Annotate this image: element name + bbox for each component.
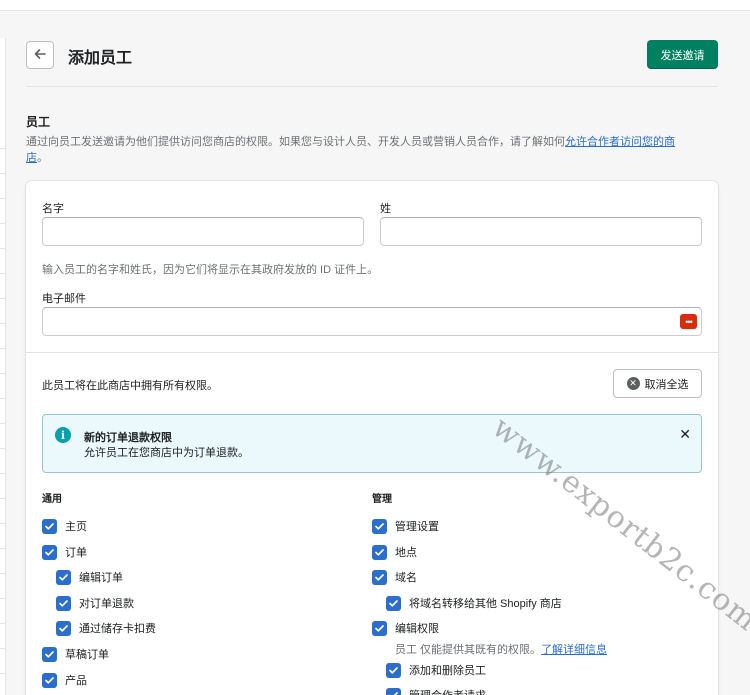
- cancel-circle-icon: ✕: [626, 377, 640, 390]
- checkbox-checked-icon[interactable]: [386, 595, 401, 611]
- checkbox-checked-icon[interactable]: [56, 620, 71, 636]
- checkbox-checked-icon[interactable]: [372, 518, 387, 534]
- section-title: 员工: [26, 115, 51, 129]
- checkbox-checked-icon[interactable]: [372, 620, 387, 636]
- last-name-label: 姓: [380, 203, 391, 215]
- checkbox-checked-icon[interactable]: [42, 672, 57, 688]
- permission-collaborator-requests[interactable]: 管理合作者请求: [386, 687, 486, 695]
- permission-label: 编辑权限: [395, 623, 439, 635]
- checkbox-checked-icon[interactable]: [372, 544, 387, 560]
- permission-add-remove-staff[interactable]: 添加和删除员工: [386, 662, 486, 678]
- deselect-all-button[interactable]: ✕ 取消全选: [613, 369, 702, 398]
- checkbox-checked-icon[interactable]: [42, 544, 57, 560]
- permission-draft-orders[interactable]: 草稿订单: [42, 646, 109, 662]
- permission-label: 地点: [395, 547, 417, 559]
- permission-label: 草稿订单: [65, 649, 109, 661]
- permission-home[interactable]: 主页: [42, 518, 87, 534]
- deselect-all-label: 取消全选: [644, 378, 689, 391]
- info-icon: i: [55, 427, 71, 443]
- email-field[interactable]: •••: [42, 307, 702, 336]
- checkbox-checked-icon[interactable]: [56, 595, 71, 611]
- permission-label: 主页: [65, 521, 87, 533]
- password-manager-icon[interactable]: •••: [680, 314, 697, 329]
- section-description-text: 通过向员工发送邀请为他们提供访问您商店的权限。如果您与设计人员、开发人员或营销人…: [26, 136, 565, 148]
- section-description-end: 。: [37, 152, 48, 164]
- permission-label: 管理合作者请求: [409, 687, 486, 695]
- permission-edit-permissions[interactable]: 编辑权限: [372, 620, 439, 636]
- permission-label: 编辑订单: [79, 572, 123, 584]
- staff-form-card: 名字 姓 输入员工的名字和姓氏，因为它们将显示在其政府发放的 ID 证件上。 电…: [26, 181, 718, 695]
- back-button[interactable]: [26, 41, 54, 69]
- permission-charge-stored-card[interactable]: 通过储存卡扣费: [56, 620, 156, 636]
- admin-heading: 管理: [372, 494, 392, 505]
- first-name-input[interactable]: [42, 217, 364, 246]
- permission-label: 通过储存卡扣费: [79, 623, 156, 635]
- top-bar: [0, 0, 750, 11]
- arrow-left-icon: [33, 47, 47, 64]
- permission-edit-orders[interactable]: 编辑订单: [56, 569, 123, 585]
- permission-orders[interactable]: 订单: [42, 544, 87, 560]
- learn-more-link[interactable]: 了解详细信息: [541, 644, 607, 656]
- email-label: 电子邮件: [42, 293, 86, 305]
- left-panel-edge: [0, 38, 6, 695]
- checkbox-checked-icon[interactable]: [56, 569, 71, 585]
- send-invite-button[interactable]: 发送邀请: [647, 40, 718, 69]
- general-heading: 通用: [42, 494, 62, 505]
- permission-label: 域名: [395, 572, 417, 584]
- permission-transfer-domains[interactable]: 将域名转移给其他 Shopify 商店: [386, 595, 562, 611]
- checkbox-checked-icon[interactable]: [372, 569, 387, 585]
- checkbox-checked-icon[interactable]: [42, 518, 57, 534]
- permission-locations[interactable]: 地点: [372, 544, 417, 560]
- checkbox-checked-icon[interactable]: [42, 646, 57, 662]
- first-name-label: 名字: [42, 203, 64, 215]
- edit-permissions-note: 员工 仅能提供其既有的权限。了解详细信息: [395, 641, 607, 657]
- permission-manage-settings[interactable]: 管理设置: [372, 518, 439, 534]
- last-name-input[interactable]: [380, 217, 702, 246]
- permission-label: 将域名转移给其他 Shopify 商店: [409, 598, 562, 610]
- permission-refund-orders[interactable]: 对订单退款: [56, 595, 134, 611]
- checkbox-checked-icon[interactable]: [386, 687, 401, 695]
- permission-label: 添加和删除员工: [409, 665, 486, 677]
- permissions-summary: 此员工将在此商店中拥有所有权限。: [42, 380, 218, 392]
- close-icon[interactable]: ✕: [679, 426, 691, 443]
- page-header: 添加员工 发送邀请: [26, 40, 718, 70]
- permission-label: 产品: [65, 675, 87, 687]
- page-title: 添加员工: [68, 50, 133, 67]
- permission-label: 订单: [65, 547, 87, 559]
- banner-title: 新的订单退款权限: [84, 432, 172, 444]
- permission-label: 管理设置: [395, 521, 439, 533]
- header-divider: [26, 86, 718, 87]
- name-help-text: 输入员工的名字和姓氏，因为它们将显示在其政府发放的 ID 证件上。: [42, 264, 379, 276]
- checkbox-checked-icon[interactable]: [386, 662, 401, 678]
- card-divider: [26, 352, 718, 353]
- refund-permission-banner: i 新的订单退款权限 允许员工在您商店中为订单退款。 ✕: [42, 414, 702, 473]
- permission-label: 对订单退款: [79, 598, 134, 610]
- section-description: 通过向员工发送邀请为他们提供访问您商店的权限。如果您与设计人员、开发人员或营销人…: [26, 134, 696, 166]
- permission-products[interactable]: 产品: [42, 672, 87, 688]
- permission-domains[interactable]: 域名: [372, 569, 417, 585]
- banner-subtitle: 允许员工在您商店中为订单退款。: [84, 447, 249, 459]
- note-text: 员工 仅能提供其既有的权限。: [395, 644, 542, 656]
